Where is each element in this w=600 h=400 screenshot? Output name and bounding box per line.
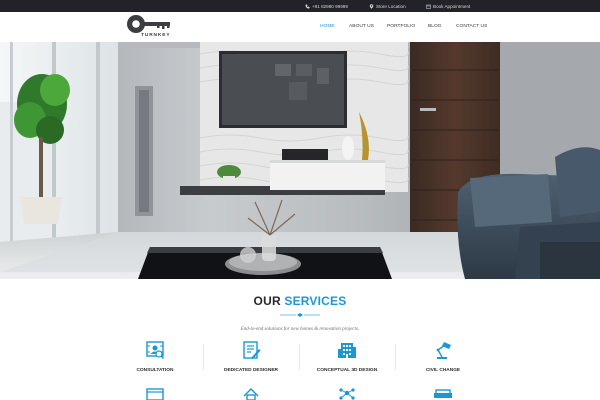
kitchen-icon[interactable] [145, 386, 165, 400]
services-heading-services: SERVICES [284, 294, 347, 308]
service-dedicated-designer[interactable]: DEDICATED DESIGNER [203, 339, 299, 379]
service-conceptual-3d-design[interactable]: CONCEPTUAL 3D DESIGN [299, 339, 395, 379]
service-dedicated-designer-label: DEDICATED DESIGNER [223, 368, 278, 373]
book-appointment-link[interactable]: Book Appointment [426, 0, 470, 12]
building-3d-icon [338, 343, 356, 358]
home-icon[interactable] [241, 386, 261, 400]
sofa-icon[interactable] [433, 386, 453, 400]
store-location-link[interactable]: Store Location [369, 0, 406, 12]
services-heading-our: OUR [253, 294, 281, 308]
phone-text: +91 82980 99999 [312, 3, 348, 9]
phone-link[interactable]: +91 82980 99999 [305, 0, 348, 12]
services-heading: OUR SERVICES [0, 294, 600, 308]
calendar-icon [426, 4, 431, 9]
designer-icon [243, 341, 261, 359]
hero-banner-image [0, 42, 600, 279]
phone-icon [305, 4, 310, 9]
consultation-icon [146, 341, 164, 359]
service-consultation[interactable]: CONSULTATION [107, 339, 203, 379]
service-conceptual-3d-design-label: CONCEPTUAL 3D DESIGN [316, 368, 378, 373]
book-appointment-text: Book Appointment [433, 3, 471, 9]
network-icon[interactable] [337, 386, 357, 400]
location-pin-icon [369, 3, 374, 9]
nav-about-us[interactable]: ABOUT US [349, 24, 374, 32]
store-location-text: Store Location [376, 3, 406, 9]
nav-contact-us[interactable]: CONTACT US [456, 24, 487, 32]
top-bar: +91 82980 99999 Store Location Book Appo… [0, 0, 600, 12]
service-civil-change-label: CIVIL CHANGE [425, 368, 461, 373]
site-header: TURNKEY HOME ABOUT US PORTFOLIO BLOG CON… [0, 12, 600, 43]
nav-portfolio[interactable]: PORTFOLIO [387, 24, 415, 32]
ornament-divider-icon [280, 313, 320, 317]
brand-name: TURNKEY [141, 33, 171, 38]
service-consultation-label: CONSULTATION [136, 368, 174, 373]
service-civil-change[interactable]: CIVIL CHANGE [395, 339, 491, 379]
nav-blog[interactable]: BLOG [428, 24, 442, 32]
lamp-icon [436, 342, 451, 359]
services-subtitle: End-to-end solutions for new homes & ren… [240, 327, 360, 332]
nav-home[interactable]: HOME [320, 24, 335, 32]
